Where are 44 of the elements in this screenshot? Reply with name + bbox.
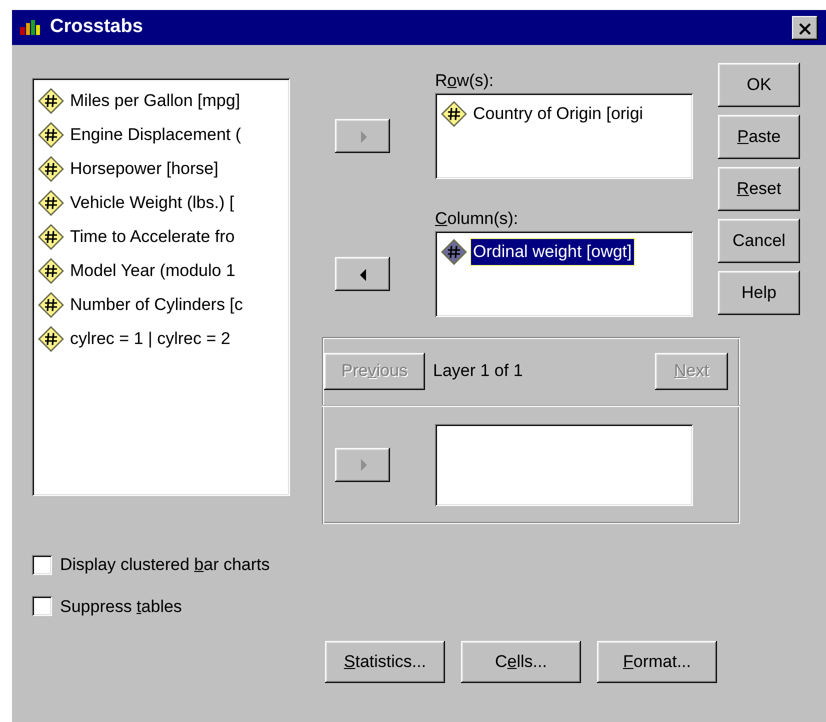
- app-icon: [20, 18, 42, 36]
- dialog-button[interactable]: OK: [718, 63, 800, 107]
- dialog-button[interactable]: Reset: [718, 167, 800, 211]
- close-icon: [798, 23, 812, 36]
- dialog-button[interactable]: Statistics...: [325, 641, 445, 683]
- checkbox-label[interactable]: Display clustered bar charts: [60, 552, 270, 578]
- variable-item[interactable]: Country of Origin [origi: [471, 101, 646, 127]
- variable-item[interactable]: Model Year (modulo 1: [68, 258, 238, 284]
- variable-item[interactable]: Vehicle Weight (lbs.) [: [68, 190, 236, 216]
- checkbox-label[interactable]: Suppress tables: [60, 594, 182, 619]
- rows-label: Row(s):: [435, 70, 495, 92]
- columns-label: Column(s):: [435, 208, 520, 230]
- variable-icon: [38, 122, 64, 148]
- variable-icon: [38, 224, 64, 250]
- variable-item[interactable]: Miles per Gallon [mpg]: [68, 88, 242, 114]
- layer-label: Layer 1 of 1: [433, 360, 523, 382]
- variable-icon: [38, 156, 64, 182]
- variable-icon: [38, 88, 64, 114]
- variable-item[interactable]: Horsepower [horse]: [68, 156, 220, 182]
- dialog-button[interactable]: Cells...: [461, 641, 581, 683]
- checkbox[interactable]: [32, 596, 52, 616]
- checkbox[interactable]: [32, 554, 52, 575]
- dialog-button[interactable]: Paste: [718, 115, 800, 159]
- variable-item[interactable]: cylrec = 1 | cylrec = 2: [68, 326, 232, 352]
- columns-list[interactable]: Ordinal weight [owgt]: [435, 231, 693, 317]
- variable-icon: [441, 101, 467, 127]
- variable-icon: [38, 258, 64, 284]
- variable-icon: [441, 239, 467, 265]
- layer-list[interactable]: [435, 424, 693, 506]
- variable-list[interactable]: Miles per Gallon [mpg] Engine Displacement ( Horsepower [horse] Vehicle Weight (lbs.) [ Time to Accelerate fro Model Year (modulo 1 Number of Cylinders [c cylrec = 1 | cylrec = 2: [32, 78, 290, 496]
- dialog-button[interactable]: Help: [718, 271, 800, 315]
- rows-list[interactable]: Country of Origin [origi: [435, 93, 693, 179]
- dialog-button[interactable]: Format...: [597, 641, 717, 683]
- variable-icon: [38, 190, 64, 216]
- dialog-button[interactable]: Cancel: [718, 219, 800, 263]
- variable-icon: [38, 326, 64, 352]
- variable-item[interactable]: Engine Displacement (: [68, 122, 244, 148]
- variable-item[interactable]: Number of Cylinders [c: [68, 292, 245, 318]
- variable-icon: [38, 292, 64, 318]
- move-button[interactable]: [335, 257, 390, 291]
- close-button[interactable]: [792, 16, 818, 40]
- variable-item[interactable]: Ordinal weight [owgt]: [471, 239, 634, 265]
- window-title: Crosstabs: [50, 15, 143, 40]
- variable-item[interactable]: Time to Accelerate fro: [68, 224, 237, 250]
